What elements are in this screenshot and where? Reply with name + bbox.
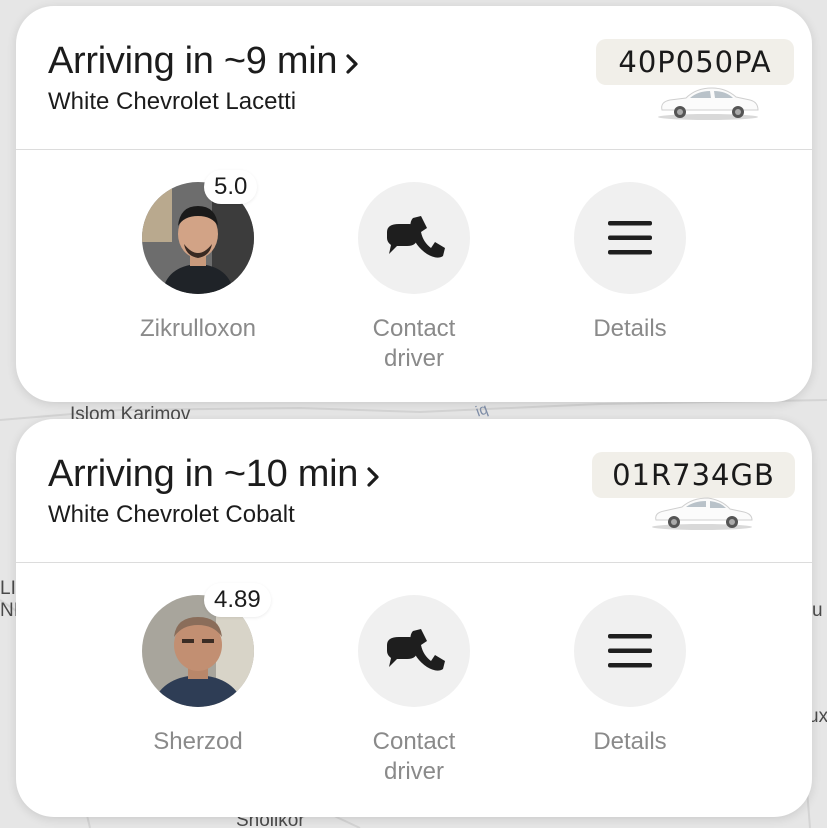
details-button[interactable]: Details	[540, 595, 720, 757]
car-model: White Chevrolet Lacetti	[48, 88, 297, 115]
chevron-right-icon	[346, 53, 358, 74]
avatar[interactable]: 4.89	[142, 583, 271, 707]
avatar[interactable]: 5.0	[142, 170, 258, 294]
rating-badge: 4.89	[204, 583, 271, 617]
driver-name: Sherzod	[153, 728, 243, 755]
contact-circle[interactable]	[358, 595, 470, 707]
ride-card-2: Arriving in ~10 min White Chevrolet Coba…	[16, 419, 812, 817]
chevron-right-icon	[367, 466, 379, 487]
contact-label-line-2: driver	[383, 758, 444, 785]
chat-phone-icon	[387, 629, 445, 671]
contact-label: Contact driver	[324, 314, 504, 374]
contact-circle[interactable]	[358, 182, 470, 294]
details-circle[interactable]	[574, 595, 686, 707]
chat-phone-icon	[387, 216, 445, 258]
driver-name: Zikrulloxon	[139, 315, 257, 342]
driver-profile[interactable]: 4.89 Sherzod	[108, 583, 288, 757]
contact-label: Contact driver	[324, 727, 504, 787]
eta-title: Arriving in ~9 min	[48, 40, 338, 82]
contact-driver-button[interactable]: Contact driver	[324, 595, 504, 787]
map-label-right-1: u	[812, 600, 823, 621]
car-model: White Chevrolet Cobalt	[48, 501, 295, 528]
details-label: Details	[593, 728, 667, 755]
contact-label-line-2: driver	[383, 345, 444, 372]
rating-badge: 5.0	[204, 170, 258, 204]
menu-icon	[608, 634, 652, 668]
details-label: Details	[593, 315, 667, 342]
ride-card-1: Arriving in ~9 min White Chevrolet Lacet…	[16, 6, 812, 402]
car-icon	[652, 497, 753, 530]
contact-driver-button[interactable]: Contact driver	[324, 182, 504, 374]
menu-icon	[608, 221, 652, 255]
eta-title-row[interactable]: Arriving in ~10 min	[48, 453, 380, 496]
car-icon	[658, 87, 759, 120]
driver-profile[interactable]: 5.0 Zikrulloxon	[108, 170, 288, 344]
eta-title-row[interactable]: Arriving in ~9 min	[48, 40, 359, 83]
card-divider	[16, 149, 812, 150]
license-plate: 40P050PA	[596, 39, 794, 85]
contact-label-line-1: Contact	[372, 728, 456, 755]
details-button[interactable]: Details	[540, 182, 720, 344]
details-circle[interactable]	[574, 182, 686, 294]
map-label-left-1: LI	[0, 578, 16, 599]
card-divider	[16, 562, 812, 563]
eta-title: Arriving in ~10 min	[48, 453, 359, 495]
contact-label-line-1: Contact	[372, 315, 456, 342]
